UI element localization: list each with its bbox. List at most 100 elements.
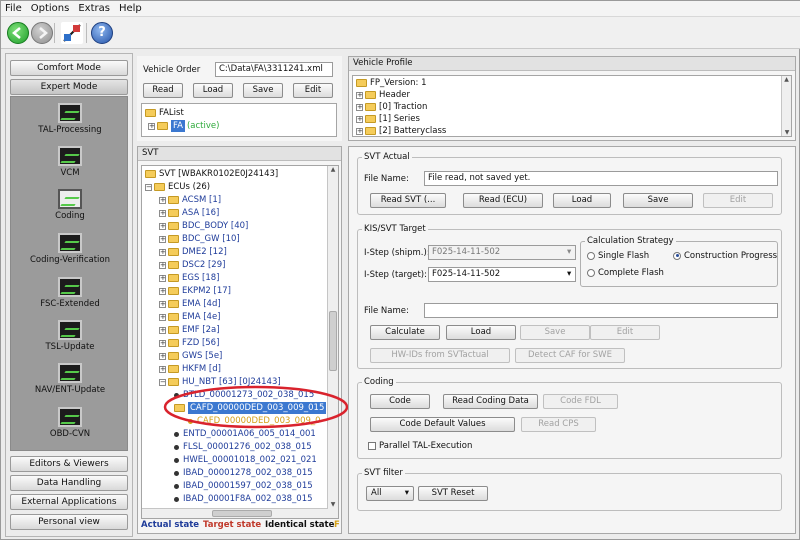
svt-child-node[interactable]: FLSL_00001276_002_038_015 <box>174 441 312 453</box>
read-ecu-button[interactable]: Read (ECU) <box>463 193 543 208</box>
profile-scrollbar[interactable]: ▲ ▼ <box>781 76 791 136</box>
svt-child-label: IBAD_00001278_002_038_015 <box>183 468 313 478</box>
svt-reset-button[interactable]: SVT Reset <box>418 486 488 501</box>
tool-coding[interactable]: Coding <box>11 189 129 221</box>
code-fdl-button[interactable]: Code FDL <box>543 394 618 409</box>
tool-coding-verification[interactable]: Coding-Verification <box>11 233 129 265</box>
read-coding-data-button[interactable]: Read Coding Data <box>443 394 538 409</box>
back-icon[interactable] <box>7 22 29 44</box>
external-applications-button[interactable]: External Applications <box>10 494 128 510</box>
svt-actual-load-button[interactable]: Load <box>553 193 611 208</box>
menu-help[interactable]: Help <box>119 3 142 14</box>
kis-svt-target-group: KIS/SVT Target I-Step (shipm.): F025-14-… <box>357 224 782 369</box>
expand-icon: + <box>159 325 166 334</box>
hscroll-thumb[interactable] <box>212 510 272 517</box>
series-node[interactable]: + [1] Series <box>356 113 420 125</box>
folder-icon <box>168 313 179 321</box>
tool-nav-ent-update[interactable]: NAV/ENT-Update <box>11 363 129 395</box>
code-button[interactable]: Code <box>370 394 430 409</box>
menu-extras[interactable]: Extras <box>78 3 110 14</box>
svt-child-node[interactable]: IBAD_00001F8A_002_038_015 <box>174 493 313 505</box>
expand-icon: + <box>159 364 166 373</box>
menu-options[interactable]: Options <box>31 3 70 14</box>
ecu-node[interactable]: + EMA [4e] <box>159 311 221 323</box>
personal-view-button[interactable]: Personal view <box>10 514 128 530</box>
folder-icon <box>365 91 376 99</box>
traction-node[interactable]: + [0] Traction <box>356 101 427 113</box>
vehicle-order-path-field[interactable]: C:\Data\FA\3311241.xml <box>215 62 333 77</box>
svt-hscrollbar[interactable] <box>142 508 328 518</box>
connection-icon[interactable] <box>61 22 83 44</box>
help-icon[interactable]: ? <box>91 22 113 44</box>
parallel-tal-checkbox[interactable]: Parallel TAL-Execution <box>368 441 472 451</box>
vo-edit-button[interactable]: Edit <box>293 83 333 98</box>
svt-tree: SVT [WBAKR0102E0J24143] − ECUs (26) + ACSM… <box>141 165 339 519</box>
header-node[interactable]: + Header <box>356 89 410 101</box>
read-svt-button[interactable]: Read SVT (... <box>370 193 446 208</box>
expand-icon: + <box>159 312 166 321</box>
svt-actual-group: SVT Actual File Name: File read, not sav… <box>357 152 782 215</box>
tool-vcm[interactable]: VCM <box>11 146 129 178</box>
kis-save-button[interactable]: Save <box>520 325 590 340</box>
kis-load-button[interactable]: Load <box>446 325 516 340</box>
falist-tree: FAList + FA (active) <box>141 103 337 137</box>
vo-save-button[interactable]: Save <box>243 83 283 98</box>
ecu-node[interactable]: + ASA [16] <box>159 207 219 219</box>
forward-icon[interactable] <box>31 22 53 44</box>
scroll-thumb[interactable] <box>329 311 337 371</box>
ecu-node[interactable]: + BDC_GW [10] <box>159 233 240 245</box>
fa-node[interactable]: + FA (active) <box>148 120 219 132</box>
svt-child-node[interactable]: IBAD_00001278_002_038_015 <box>174 467 313 479</box>
ecu-node[interactable]: + FZD [56] <box>159 337 219 349</box>
fp-version-node[interactable]: FP_Version: 1 <box>356 77 427 89</box>
expert-mode-button[interactable]: Expert Mode <box>10 79 128 95</box>
vo-load-button[interactable]: Load <box>193 83 233 98</box>
ecu-node[interactable]: + EGS [18] <box>159 272 220 284</box>
ecu-node[interactable]: + EMF [2a] <box>159 324 220 336</box>
svt-filter-select[interactable]: All ▾ <box>366 486 414 501</box>
editors-viewers-button[interactable]: Editors & Viewers <box>10 456 128 472</box>
svt-scrollbar[interactable]: ▲ ▼ <box>327 166 338 518</box>
kis-file-field[interactable] <box>424 303 778 318</box>
complete-flash-radio[interactable]: Complete Flash <box>587 268 664 278</box>
ecus-node[interactable]: − ECUs (26) <box>145 181 210 193</box>
svt-child-node[interactable]: IBAD_00001597_002_038_015 <box>174 480 313 492</box>
istep-shipm-select[interactable]: F025-14-11-502 <box>428 245 576 260</box>
single-flash-radio[interactable]: Single Flash <box>587 251 649 261</box>
svt-actual-save-button[interactable]: Save <box>623 193 693 208</box>
ecu-node[interactable]: + EKPM2 [17] <box>159 285 231 297</box>
tool-obd-cvn[interactable]: OBD-CVN <box>11 407 129 439</box>
tool-tsl-update[interactable]: TSL-Update <box>11 320 129 352</box>
ecu-node[interactable]: + EMA [4d] <box>159 298 221 310</box>
svt-actual-file-field[interactable]: File read, not saved yet. <box>424 171 778 186</box>
tool-fsc-extended[interactable]: FSC-Extended <box>11 277 129 309</box>
ecu-node[interactable]: + GWS [5e] <box>159 350 222 362</box>
code-default-values-button[interactable]: Code Default Values <box>370 417 515 432</box>
comfort-mode-button[interactable]: Comfort Mode <box>10 60 128 76</box>
expand-icon: + <box>159 208 166 217</box>
construction-progress-radio[interactable]: Construction Progress <box>673 251 777 261</box>
svt-child-node[interactable]: HWEL_00001018_002_021_021 <box>174 454 317 466</box>
vo-read-button[interactable]: Read <box>143 83 183 98</box>
ecu-node[interactable]: + DSC2 [29] <box>159 259 225 271</box>
batteryclass-node[interactable]: + [2] Batteryclass <box>356 125 446 136</box>
data-handling-button[interactable]: Data Handling <box>10 475 128 491</box>
ecu-node[interactable]: + DME2 [12] <box>159 246 227 258</box>
calculate-button[interactable]: Calculate <box>370 325 440 340</box>
istep-target-select[interactable]: F025-14-11-502 <box>428 267 576 282</box>
tool-tal-processing[interactable]: TAL-Processing <box>11 103 129 135</box>
ecu-node[interactable]: + BDC_BODY [40] <box>159 220 248 232</box>
menu-file[interactable]: File <box>5 3 22 14</box>
istep-shipm-label: I-Step (shipm.): <box>364 248 430 258</box>
ecu-label: BDC_BODY [40] <box>182 221 249 231</box>
svt-root-node[interactable]: SVT [WBAKR0102E0J24143] <box>145 168 278 180</box>
svt-actual-edit-button[interactable]: Edit <box>703 193 773 208</box>
read-cps-button[interactable]: Read CPS <box>521 417 596 432</box>
ecu-node[interactable]: + ACSM [1] <box>159 194 221 206</box>
kis-edit-button[interactable]: Edit <box>590 325 660 340</box>
hw-ids-button[interactable]: HW-IDs from SVTactual <box>370 348 510 363</box>
falist-node[interactable]: FAList <box>145 107 184 119</box>
detect-caf-button[interactable]: Detect CAF for SWE <box>515 348 625 363</box>
folder-icon <box>168 196 179 204</box>
ecu-node[interactable]: + HKFM [d] <box>159 363 221 375</box>
